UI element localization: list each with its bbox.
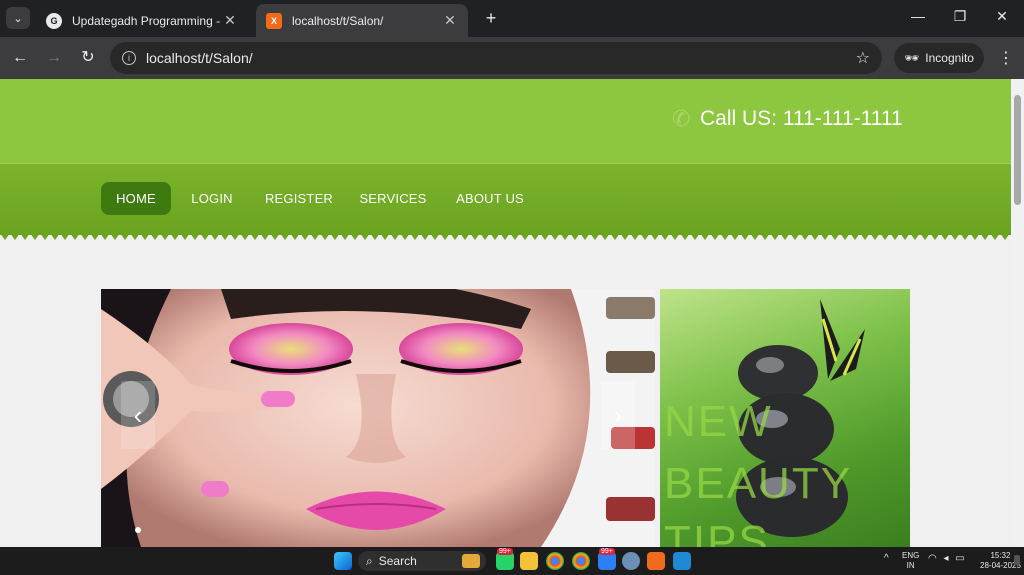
xampp-favicon-icon: X (266, 12, 282, 29)
search-highlight-icon (462, 554, 480, 568)
file-explorer-icon[interactable] (520, 552, 538, 570)
phone-icon: ✆ (672, 106, 691, 131)
nav-zigzag-edge (0, 233, 1011, 240)
site-header: ✆ Call US: 111-111-1111 (0, 79, 1011, 163)
language-bottom: IN (906, 561, 915, 570)
close-icon[interactable]: ✕ (442, 12, 458, 29)
new-tab-button[interactable]: + (480, 7, 502, 29)
image-slider: ‹ › (101, 289, 655, 547)
chevron-down-icon: ⌄ (13, 12, 23, 25)
address-bar[interactable]: i localhost/t/Salon/ ☆ (110, 42, 882, 74)
incognito-profile-button[interactable]: 🕶 Incognito (894, 43, 984, 73)
windows-start-icon[interactable] (334, 552, 352, 570)
site-info-icon[interactable]: i (122, 51, 136, 65)
bookmark-star-icon[interactable]: ☆ (856, 48, 870, 68)
nav-about-us[interactable]: ABOUT US (448, 182, 532, 215)
window-close-icon[interactable]: ✕ (992, 8, 1012, 25)
slider-prev-arrow-icon[interactable]: ‹ (121, 381, 155, 449)
xampp-icon[interactable] (647, 552, 665, 570)
nav-home[interactable]: HOME (101, 182, 171, 215)
salon-page: ✆ Call US: 111-111-1111 HOME LOGIN REGIS… (0, 79, 1011, 547)
promo-line-3: TIPS (664, 517, 770, 547)
updategadh-favicon-icon: G (46, 12, 62, 29)
taskbar-search-label: Search (378, 554, 417, 568)
settings-gear-icon[interactable] (622, 552, 640, 570)
nav-login[interactable]: LOGIN (181, 182, 243, 215)
promo-banner: NEW BEAUTY TIPS (660, 289, 910, 547)
language-top: ENG (902, 551, 920, 560)
notification-icon[interactable] (1014, 555, 1020, 565)
taskbar-search[interactable]: ⌕ Search (358, 551, 486, 571)
tab-title: localhost/t/Salon/ (292, 13, 384, 28)
page-viewport: ✆ Call US: 111-111-1111 HOME LOGIN REGIS… (0, 79, 1024, 547)
nav-services[interactable]: SERVICES (354, 182, 432, 215)
promo-line-2: BEAUTY (664, 459, 853, 508)
promo-line-1: NEW (664, 397, 773, 446)
scrollbar-thumb[interactable] (1014, 95, 1021, 205)
windows-taskbar: ⌕ Search 99+ 99+ ^ ENG IN ◠ ◂ ▭ 15:32 28… (0, 547, 1024, 575)
whatsapp-badge: 99+ (497, 548, 513, 555)
incognito-icon: 🕶 (904, 51, 920, 65)
reload-icon[interactable]: ↻ (78, 48, 98, 68)
vscode-icon[interactable] (673, 552, 691, 570)
incognito-label: Incognito (925, 51, 974, 65)
tab-search-button[interactable]: ⌄ (6, 7, 30, 29)
minimize-icon[interactable]: — (908, 8, 928, 24)
forward-arrow-icon[interactable]: → (44, 48, 64, 68)
tab-localhost-salon[interactable]: X localhost/t/Salon/ ✕ (256, 4, 468, 37)
wifi-volume-battery-icons[interactable]: ◠ ◂ ▭ (928, 553, 967, 564)
nav-register[interactable]: REGISTER (258, 182, 340, 215)
tab-title: Updategadh Programming - Upda (72, 13, 222, 28)
browser-toolbar: ← → ↻ i localhost/t/Salon/ ☆ 🕶 Incognito… (0, 37, 1024, 79)
address-url[interactable]: localhost/t/Salon/ (146, 50, 253, 66)
close-icon[interactable]: ✕ (222, 12, 238, 29)
restore-icon[interactable]: ❐ (950, 8, 970, 25)
tab-strip: ⌄ G Updategadh Programming - Upda ✕ X lo… (0, 0, 1024, 37)
chrome-icon[interactable] (546, 552, 564, 570)
tab-updategadh[interactable]: G Updategadh Programming - Upda ✕ (36, 4, 248, 37)
call-us-line: ✆ Call US: 111-111-1111 (672, 107, 903, 131)
chrome-active-icon[interactable] (572, 552, 590, 570)
menu-kebab-icon[interactable]: ⋮ (998, 48, 1014, 68)
language-indicator[interactable]: ENG IN (902, 551, 919, 571)
slider-dot-indicator[interactable] (135, 527, 141, 533)
search-icon: ⌕ (366, 553, 373, 568)
slider-next-arrow-icon[interactable]: › (601, 381, 635, 449)
main-nav: HOME LOGIN REGISTER SERVICES ABOUT US (0, 163, 1011, 235)
mail-badge: 99+ (599, 548, 615, 555)
back-arrow-icon[interactable]: ← (10, 48, 30, 68)
call-us-text: Call US: 111-111-1111 (700, 107, 903, 130)
page-scrollbar[interactable] (1011, 79, 1024, 547)
tray-chevron-up-icon[interactable]: ^ (884, 553, 889, 564)
slider-image-beauty-model (101, 289, 655, 547)
